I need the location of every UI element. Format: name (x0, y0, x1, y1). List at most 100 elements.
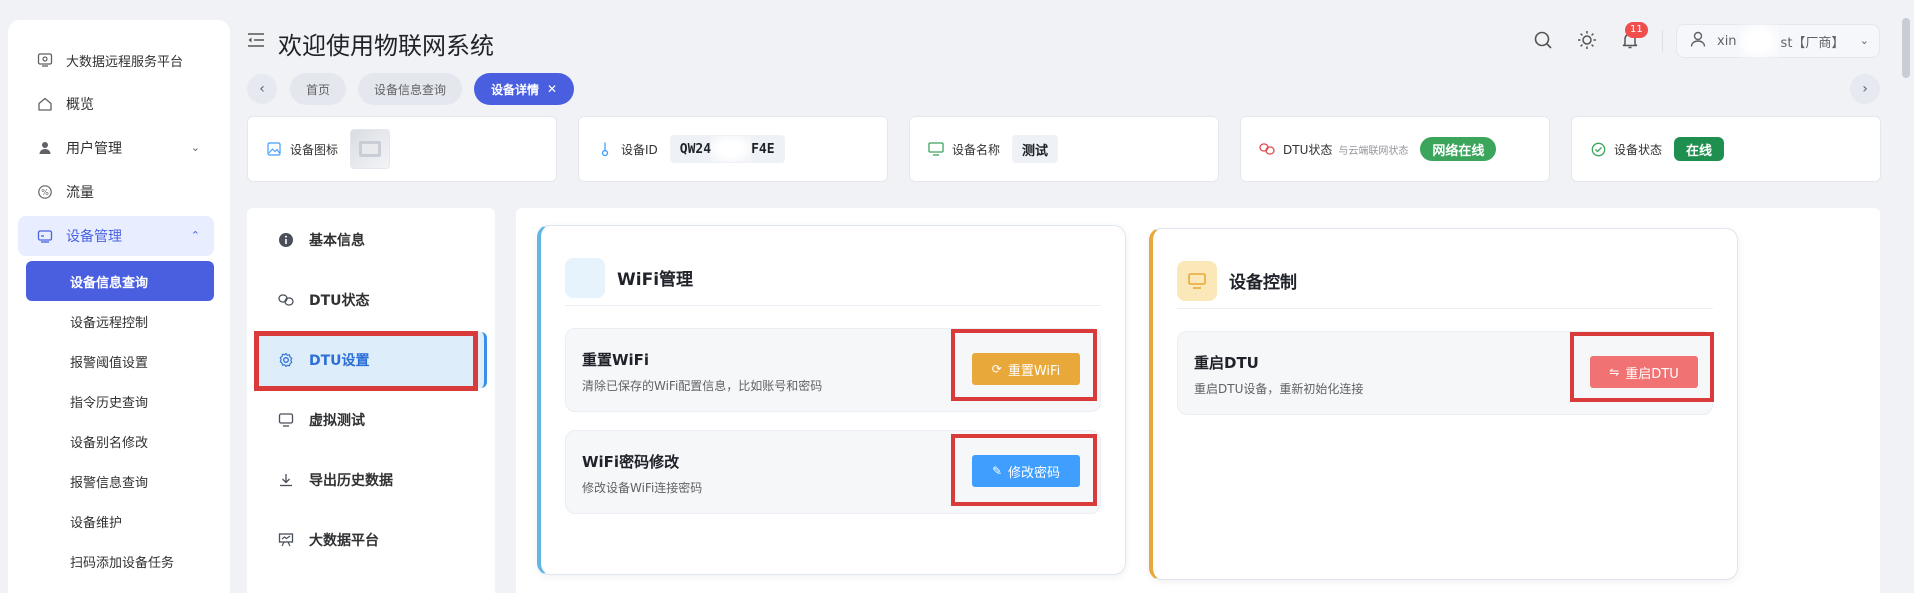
redaction-blur (1738, 24, 1779, 58)
image-icon (266, 141, 282, 157)
sidebar-sub-label: 设备远程控制 (70, 315, 149, 331)
action-desc: 清除已保存的WiFi配置信息，比如账号和密码 (582, 379, 823, 393)
user-avatar-icon (1689, 30, 1707, 52)
check-circle-icon (1590, 141, 1606, 157)
sidebar-item-label: 概览 (66, 97, 94, 113)
info-label: 设备名称 (952, 142, 1001, 157)
sidebar-sub-alarm-info[interactable]: 报警信息查询 (26, 461, 214, 501)
sidebar-sub-label: 报警信息查询 (70, 475, 149, 491)
dashboard-icon (277, 531, 295, 549)
sidebar-sub-command-history[interactable]: 指令历史查询 (26, 381, 214, 421)
tab-label: 首页 (305, 82, 330, 97)
device-control-card: 设备控制 重启DTU 重启DTU设备，重新初始化连接 ⇋ 重启DTU (1149, 228, 1738, 580)
user-name: xin (1717, 33, 1737, 49)
settings-item-dtu-status[interactable]: DTU状态 (255, 272, 487, 328)
sidebar-item-traffic[interactable]: % 流量 (18, 172, 214, 212)
device-status-badge: 在线 (1674, 137, 1725, 161)
link-icon (1259, 141, 1275, 157)
reset-wifi-button[interactable]: ⟳ 重置WiFi (972, 353, 1080, 385)
info-card-dtu-status: DTU状态 与云端联网状态 网络在线 (1240, 116, 1550, 182)
chevron-down-icon: ⌄ (190, 141, 200, 154)
sidebar-sub-label: 设备维护 (70, 515, 123, 531)
sidebar-item-user-management[interactable]: 用户管理 ⌄ (18, 128, 214, 168)
sidebar-item-overview[interactable]: 概览 (18, 84, 214, 124)
theme-sun-icon[interactable] (1576, 29, 1598, 51)
search-icon[interactable] (1532, 29, 1554, 51)
tabs-scroll-left-button[interactable]: ‹ (247, 74, 277, 104)
action-change-wifi-password: WiFi密码修改 修改设备WiFi连接密码 ✎ 修改密码 (565, 430, 1101, 514)
sidebar-item-label: 用户管理 (66, 141, 122, 157)
settings-item-export-history[interactable]: 导出历史数据 (255, 452, 487, 508)
user-menu[interactable]: xin st【厂商】 ⌄ (1676, 24, 1880, 58)
sidebar-sub-label: 报警阈值设置 (70, 355, 149, 371)
sidebar-sub-device-alias[interactable]: 设备别名修改 (26, 421, 214, 461)
action-restart-dtu: 重启DTU 重启DTU设备，重新初始化连接 ⇋ 重启DTU (1177, 331, 1714, 415)
sidebar-sub-label: 指令历史查询 (70, 395, 149, 411)
sidebar-sub-device-info-query[interactable]: 设备信息查询 (26, 261, 214, 301)
user-icon (36, 139, 54, 157)
sidebar-sub-alarm-threshold[interactable]: 报警阈值设置 (26, 341, 214, 381)
info-label: 设备状态 (1614, 142, 1663, 157)
divider (1662, 30, 1663, 52)
action-title: 重启DTU (1194, 354, 1259, 372)
settings-item-virtual-test[interactable]: 虚拟测试 (255, 392, 487, 448)
monitor-icon (928, 141, 944, 157)
action-reset-wifi: 重置WiFi 清除已保存的WiFi配置信息，比如账号和密码 ⟳ 重置WiFi (565, 328, 1101, 412)
highlight-box-dtu-settings (254, 331, 478, 391)
button-label: 重启DTU (1625, 366, 1679, 382)
thermometer-icon (597, 141, 613, 157)
tab-home[interactable]: 首页 (290, 73, 346, 105)
card-header: 设备控制 (1177, 253, 1713, 309)
action-title: 重置WiFi (582, 351, 650, 369)
sidebar-item-label: 大数据远程服务平台 (66, 54, 184, 70)
info-label: 设备图标 (290, 142, 339, 157)
percent-icon: % (36, 183, 54, 201)
page-scrollbar-track[interactable] (1902, 18, 1910, 593)
tabs-scroll-right-button[interactable]: › (1850, 74, 1880, 104)
action-desc: 重启DTU设备，重新初始化连接 (1194, 382, 1364, 396)
sidebar-item-device-management[interactable]: 设备管理 ⌃ (18, 216, 214, 256)
sidebar-sub-device-maintenance[interactable]: 设备维护 (26, 501, 214, 541)
settings-item-bigdata-platform[interactable]: 大数据平台 (255, 512, 487, 568)
sidebar-item-label: 设备管理 (66, 229, 122, 245)
user-role: st【厂商】 (1780, 35, 1845, 51)
button-label: 修改密码 (1008, 465, 1061, 481)
info-card-device-name: 设备名称 测试 (909, 116, 1219, 182)
dtu-status-badge: 网络在线 (1420, 137, 1497, 161)
link-icon (277, 291, 295, 309)
card-header: WiFi管理 (565, 250, 1101, 306)
settings-item-label: 导出历史数据 (309, 473, 393, 489)
change-password-button[interactable]: ✎ 修改密码 (972, 455, 1080, 487)
device-id-tail: F4E (751, 141, 775, 157)
sidebar-sub-label: 设备别名修改 (70, 435, 149, 451)
sidebar-item-bigdata-platform[interactable]: 大数据远程服务平台 (18, 40, 214, 80)
device-name-value: 测试 (1012, 135, 1059, 163)
screen-icon (277, 411, 295, 429)
close-icon[interactable]: ✕ (547, 82, 557, 96)
sidebar-sub-scan-add-device[interactable]: 扫码添加设备任务 (26, 541, 214, 581)
tab-label: 设备信息查询 (373, 82, 446, 97)
settings-item-basic-info[interactable]: 基本信息 (255, 212, 487, 268)
switch-icon: ⇋ (1609, 365, 1620, 379)
sidebar-sub-device-remote-control[interactable]: 设备远程控制 (26, 301, 214, 341)
restart-dtu-button[interactable]: ⇋ 重启DTU (1590, 356, 1698, 388)
refresh-icon: ⟳ (991, 362, 1002, 376)
sidebar-item-label: 流量 (66, 185, 94, 201)
page-scrollbar-thumb[interactable] (1902, 18, 1910, 78)
card-title: WiFi管理 (617, 270, 694, 290)
settings-item-label: DTU状态 (309, 293, 370, 309)
menu-fold-icon[interactable] (247, 32, 265, 52)
tab-device-info-query[interactable]: 设备信息查询 (358, 73, 462, 105)
info-label: 设备ID (621, 142, 658, 157)
sidebar-sub-label: 扫码添加设备任务 (70, 555, 175, 571)
button-label: 重置WiFi (1007, 363, 1061, 379)
action-desc: 修改设备WiFi连接密码 (582, 481, 703, 495)
card-title: 设备控制 (1229, 273, 1297, 293)
sidebar: 大数据远程服务平台 概览 用户管理 ⌄ % 流量 设备管理 ⌃ 设备信息查询 设… (0, 0, 230, 593)
settings-item-label: 虚拟测试 (309, 413, 365, 429)
device-icon (36, 227, 54, 245)
chevron-down-icon: ⌄ (1859, 34, 1869, 47)
settings-item-label: 大数据平台 (309, 533, 379, 549)
tab-device-detail[interactable]: 设备详情 ✕ (474, 73, 574, 105)
wifi-icon (565, 257, 605, 298)
